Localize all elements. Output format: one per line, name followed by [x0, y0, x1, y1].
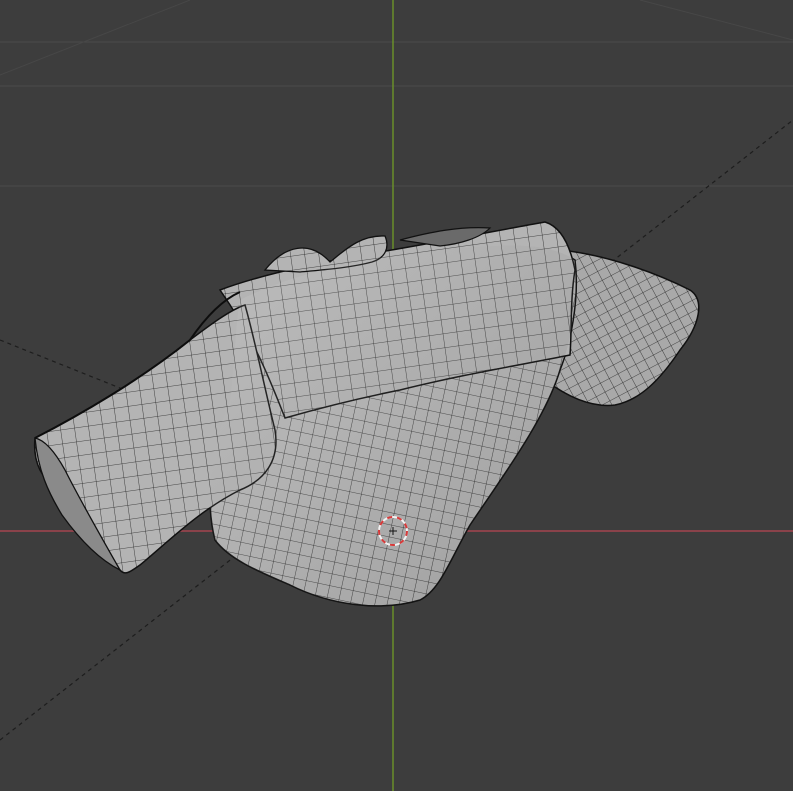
floor-grid	[0, 0, 793, 187]
viewport-canvas[interactable]	[0, 0, 793, 791]
3d-viewport[interactable]	[0, 0, 793, 791]
cloth-mesh[interactable]	[33, 221, 700, 607]
mesh-shading	[210, 245, 577, 606]
